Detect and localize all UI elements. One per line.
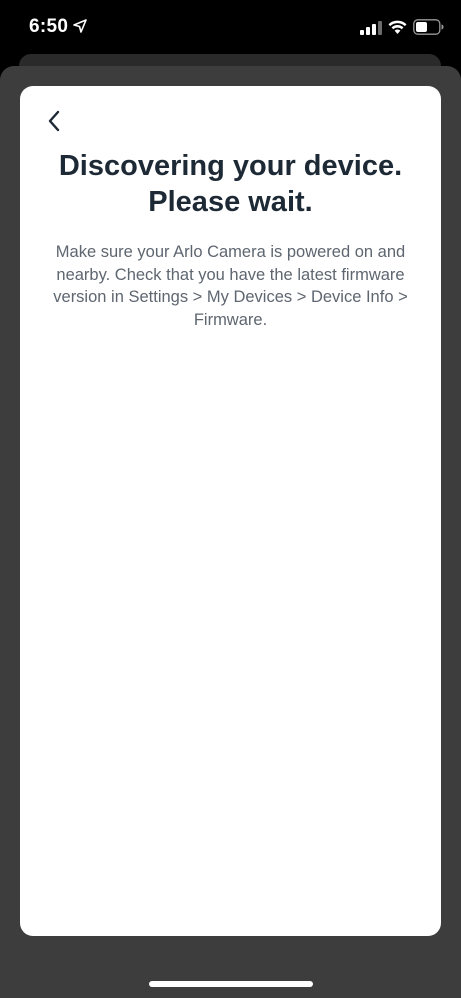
status-time: 6:50 <box>29 16 69 37</box>
battery-icon <box>413 19 444 35</box>
wifi-icon <box>388 20 407 34</box>
cellular-signal-icon <box>360 21 382 35</box>
status-bar: 6:50 <box>0 0 461 56</box>
screen: 6:50 Discovering your device. Please wai… <box>0 0 461 998</box>
title-line-1: Discovering your device. <box>58 150 403 182</box>
home-indicator[interactable] <box>149 981 313 987</box>
page-title: Discovering your device. Please wait. <box>34 148 427 220</box>
setup-card: Discovering your device. Please wait. Ma… <box>20 86 441 936</box>
location-arrow-icon <box>73 19 87 33</box>
chevron-left-icon <box>48 110 60 132</box>
title-line-2: Please wait. <box>148 186 313 218</box>
instructions-text: Make sure your Arlo Camera is powered on… <box>53 243 408 329</box>
back-button[interactable] <box>40 106 68 136</box>
